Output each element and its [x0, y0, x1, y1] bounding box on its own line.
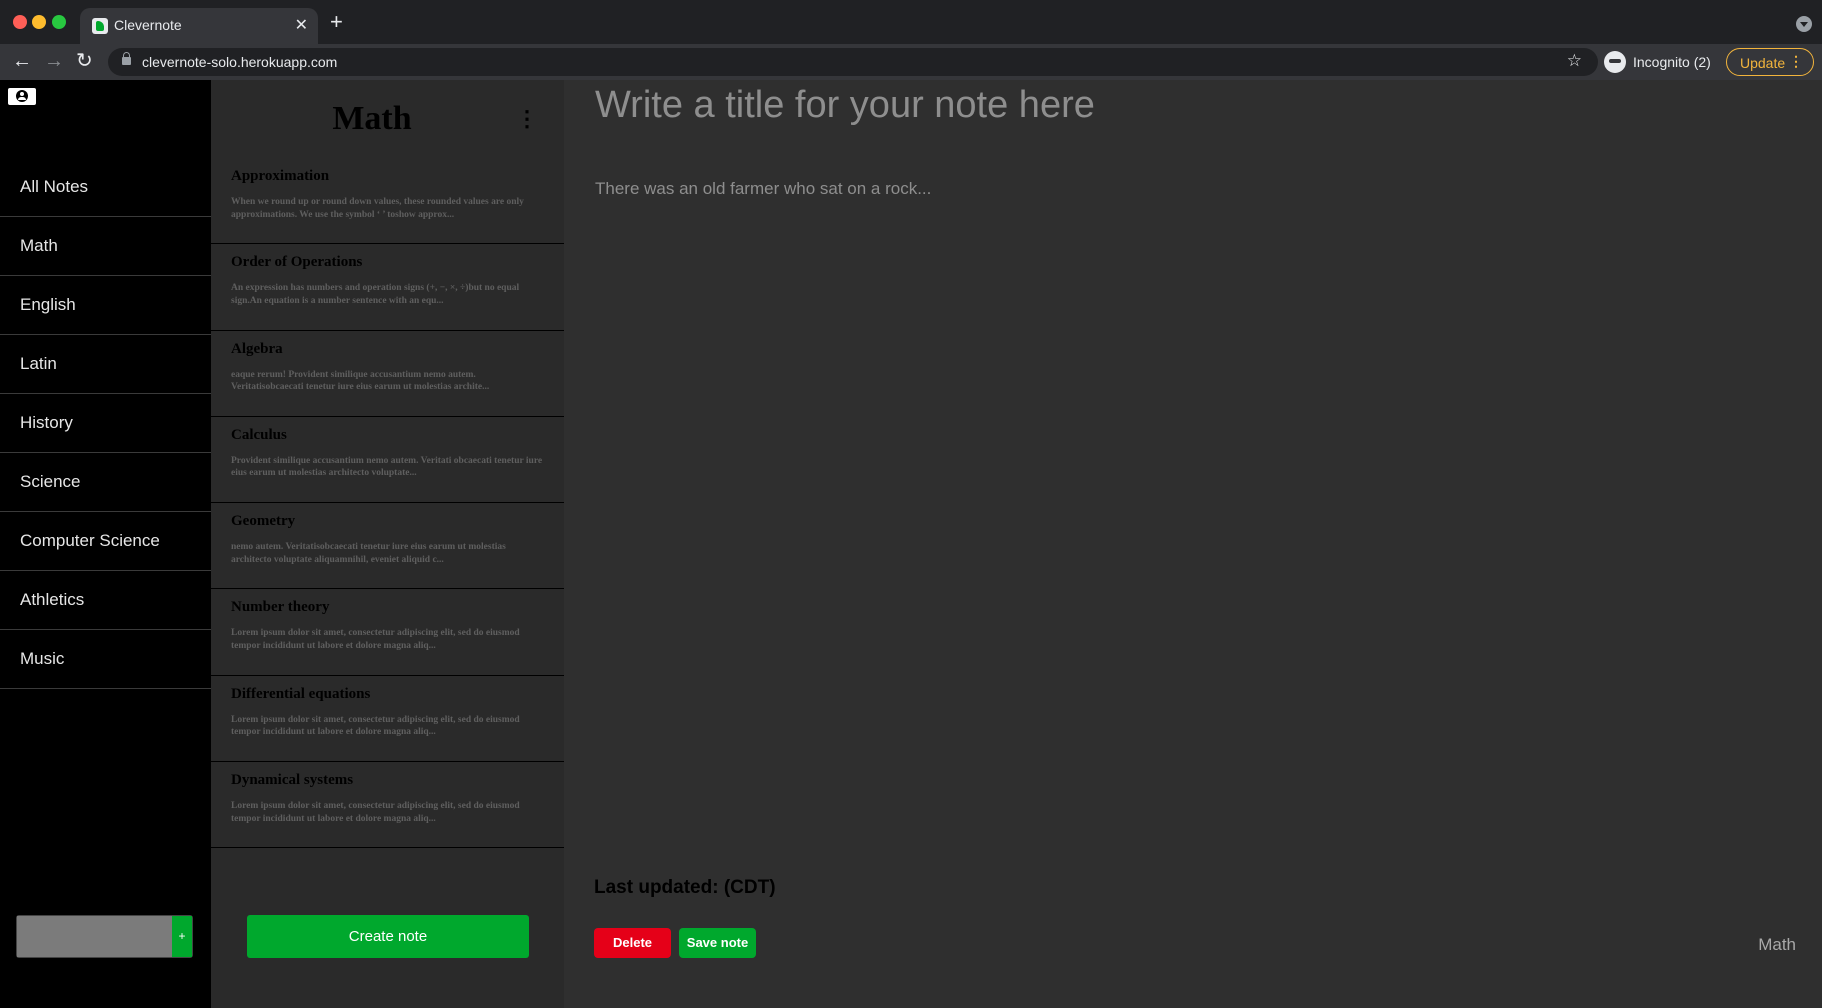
browser-toolbar: ← → ↻ clevernote-solo.herokuapp.com ☆ In… [0, 44, 1822, 80]
sidebar-item-all-notes[interactable]: All Notes [0, 158, 211, 217]
notebook-tag: Math [1758, 935, 1796, 954]
close-window-icon[interactable] [13, 15, 27, 29]
note-list-item[interactable]: Differential equations Lorem ipsum dolor… [211, 676, 564, 763]
new-notebook-form: + [16, 915, 193, 958]
clevernote-favicon-icon [92, 18, 108, 34]
note-list-item[interactable]: Algebra eaque rerum! Provident similique… [211, 331, 564, 417]
tab-search-icon[interactable] [1796, 16, 1812, 32]
note-title: Dynamical systems [231, 772, 354, 789]
note-list-item[interactable]: Order of Operations An expression has nu… [211, 244, 564, 331]
new-tab-button[interactable]: + [330, 11, 343, 33]
sidebar-item-athletics[interactable]: Athletics [0, 571, 211, 630]
forward-arrow-icon[interactable]: → [44, 50, 64, 72]
browser-menu-icon: ⋮ [1789, 53, 1803, 69]
sidebar-item-science[interactable]: Science [0, 453, 211, 512]
note-snippet: eaque rerum! Provident similique accusan… [231, 369, 490, 393]
address-bar[interactable]: clevernote-solo.herokuapp.com ☆ [108, 48, 1598, 76]
note-snippet: Lorem ipsum dolor sit amet, consectetur … [231, 628, 520, 651]
note-title: Order of Operations [231, 254, 363, 271]
note-list-item[interactable]: Approximation When we round up or round … [211, 158, 564, 245]
note-list-item[interactable]: Calculus Provident similique accusantium… [211, 417, 564, 504]
tab-title: Clevernote [114, 17, 182, 33]
notes-panel: Math ⋮ Approximation When we round up or… [211, 80, 564, 1008]
note-title: Differential equations [231, 685, 371, 702]
create-note-button[interactable]: Create note [247, 915, 529, 958]
note-title: Number theory [231, 599, 330, 616]
sidebar: All Notes Math English Latin History Sci… [0, 80, 211, 1008]
maximize-window-icon[interactable] [52, 15, 66, 29]
last-updated-label: Last updated: (CDT) [594, 877, 776, 898]
bookmark-star-icon[interactable]: ☆ [1567, 51, 1582, 71]
note-snippet: Lorem ipsum dolor sit amet, consectetur … [231, 801, 520, 824]
incognito-label[interactable]: Incognito (2) [1633, 54, 1711, 70]
note-title: Approximation [231, 168, 330, 184]
note-snippet: Lorem ipsum dolor sit amet, consectetur … [231, 714, 520, 738]
add-notebook-button[interactable]: + [172, 916, 192, 957]
note-body-input[interactable]: There was an old farmer who sat on a roc… [595, 179, 931, 199]
browser-tab[interactable]: Clevernote ✕ [80, 8, 318, 44]
new-notebook-input[interactable] [17, 916, 173, 957]
note-title-input[interactable]: Write a title for your note here [595, 84, 1095, 127]
note-title: Algebra [231, 340, 283, 357]
note-snippet: An expression has numbers and operation … [231, 283, 520, 306]
update-label: Update [1740, 55, 1786, 71]
sidebar-item-latin[interactable]: Latin [0, 335, 211, 394]
sidebar-item-computer-science[interactable]: Computer Science [0, 512, 211, 571]
back-arrow-icon[interactable]: ← [12, 50, 32, 72]
note-snippet: nemo autem. Veritatisobcaecati tenetur i… [231, 542, 506, 565]
notebook-title: Math [332, 100, 412, 137]
url-text[interactable]: clevernote-solo.herokuapp.com [142, 54, 337, 70]
update-button[interactable]: Update ⋮ [1726, 48, 1814, 76]
browser-tabbar: Clevernote ✕ + [0, 0, 1822, 44]
sidebar-item-math[interactable]: Math [0, 217, 211, 276]
delete-button[interactable]: Delete [594, 928, 671, 958]
note-editor: Write a title for your note here There w… [564, 80, 1822, 1008]
note-title: Geometry [231, 513, 296, 530]
incognito-icon[interactable] [1604, 51, 1626, 73]
note-snippet: When we round up or round down values, t… [231, 197, 524, 220]
sidebar-item-music[interactable]: Music [0, 630, 211, 689]
app: All Notes Math English Latin History Sci… [0, 80, 1822, 1008]
note-list-item[interactable]: Geometry nemo autem. Veritatisobcaecati … [211, 503, 564, 590]
lock-icon[interactable] [122, 52, 131, 65]
note-title: Calculus [231, 426, 287, 443]
note-list: Approximation When we round up or round … [211, 158, 564, 849]
note-list-item[interactable]: Number theory Lorem ipsum dolor sit amet… [211, 589, 564, 676]
notebook-list: All Notes Math English Latin History Sci… [0, 158, 211, 689]
tab-close-icon[interactable]: ✕ [295, 15, 308, 35]
kebab-menu-icon[interactable]: ⋮ [516, 108, 538, 130]
note-snippet: Provident similique accusantium nemo aut… [231, 455, 543, 479]
save-note-button[interactable]: Save note [679, 928, 756, 958]
sidebar-item-history[interactable]: History [0, 394, 211, 453]
reload-icon[interactable]: ↻ [76, 50, 93, 72]
minimize-window-icon[interactable] [32, 15, 46, 29]
sidebar-item-english[interactable]: English [0, 276, 211, 335]
user-account-icon[interactable] [8, 88, 36, 105]
note-list-item[interactable]: Dynamical systems Lorem ipsum dolor sit … [211, 762, 564, 849]
